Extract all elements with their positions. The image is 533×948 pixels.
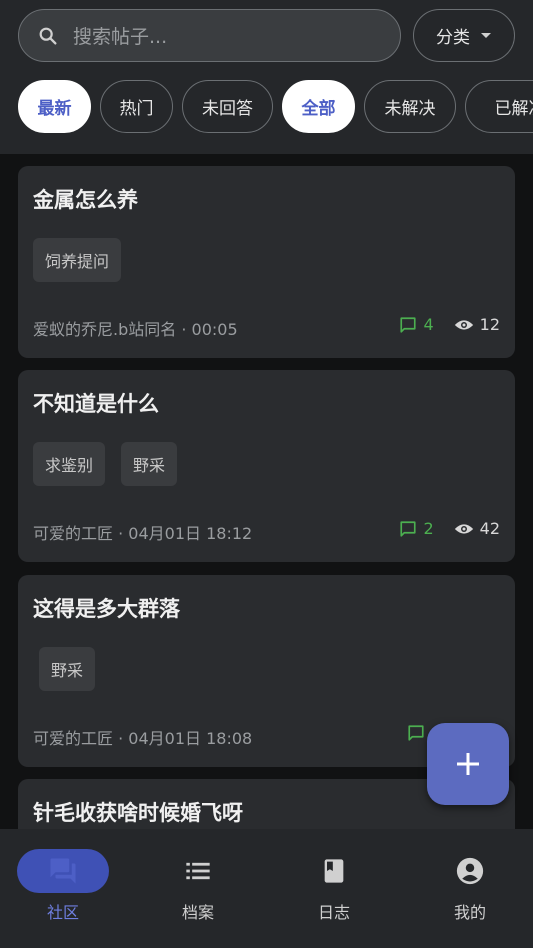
chip-all[interactable]: 全部 bbox=[282, 80, 355, 133]
post-meta: 可爱的工匠 · 04月01日 18:08 bbox=[33, 725, 252, 749]
post-stats bbox=[407, 724, 425, 742]
post-stats: 2 42 bbox=[399, 519, 500, 538]
search-icon bbox=[39, 27, 57, 45]
chip-hot[interactable]: 热门 bbox=[100, 80, 173, 133]
chip-latest[interactable]: 最新 bbox=[18, 80, 91, 133]
post-stats: 4 12 bbox=[399, 315, 500, 334]
post-title: 不知道是什么 bbox=[33, 392, 159, 416]
category-label: 分类 bbox=[436, 28, 470, 48]
post-author: 可爱的工匠 bbox=[33, 524, 114, 543]
chip-label: 热门 bbox=[119, 99, 154, 119]
meta-separator: · bbox=[118, 524, 124, 543]
plus-icon bbox=[457, 753, 479, 775]
chip-label: 已解决 bbox=[494, 99, 533, 119]
post-title: 针毛收获啥时候婚飞呀 bbox=[33, 801, 243, 825]
post-tags: 野采 bbox=[39, 647, 96, 691]
chip-unsolved[interactable]: 未解决 bbox=[364, 80, 456, 133]
nav-label: 日志 bbox=[317, 903, 350, 922]
nav-community[interactable]: 社区 bbox=[0, 849, 130, 929]
caret-down-icon bbox=[481, 32, 491, 38]
chip-unanswered[interactable]: 未回答 bbox=[182, 80, 273, 133]
meta-separator: · bbox=[181, 320, 187, 339]
nav-icon-holder bbox=[288, 849, 380, 893]
book-icon bbox=[324, 859, 344, 883]
account-icon bbox=[456, 857, 484, 885]
post-meta: 可爱的工匠 · 04月01日 18:12 bbox=[33, 520, 252, 544]
nav-icon-holder bbox=[152, 849, 244, 893]
comment-count: 4 bbox=[423, 315, 434, 334]
nav-journal[interactable]: 日志 bbox=[267, 849, 401, 929]
chip-label: 未回答 bbox=[202, 99, 253, 119]
nav-profile[interactable]: 我的 bbox=[403, 849, 533, 929]
post-time: 04月01日 18:12 bbox=[128, 524, 253, 543]
search-input[interactable]: 搜索帖子... bbox=[18, 9, 401, 62]
post-title: 金属怎么养 bbox=[33, 188, 138, 212]
nav-label: 我的 bbox=[453, 903, 486, 922]
post-time: 00:05 bbox=[191, 320, 238, 339]
post-title: 这得是多大群落 bbox=[33, 597, 180, 621]
top-bar: 搜索帖子... 分类 最新 热门 未回答 全部 未解决 已解决 bbox=[0, 0, 533, 154]
eye-icon bbox=[454, 319, 473, 330]
meta-separator: · bbox=[118, 729, 124, 748]
search-placeholder: 搜索帖子... bbox=[73, 26, 168, 48]
post-tag[interactable]: 野采 bbox=[121, 442, 178, 486]
post-tag[interactable]: 饲养提问 bbox=[33, 238, 122, 282]
view-count: 42 bbox=[479, 519, 500, 538]
comment-icon bbox=[408, 725, 424, 741]
comment-icon bbox=[400, 520, 417, 537]
post-time: 04月01日 18:08 bbox=[128, 729, 253, 748]
post-card[interactable]: 金属怎么养 饲养提问 爱蚁的乔尼.b站同名 · 00:05 4 12 bbox=[18, 166, 515, 358]
nav-active-indicator bbox=[17, 849, 109, 893]
list-icon bbox=[186, 862, 210, 880]
post-tags: 饲养提问 bbox=[33, 238, 122, 282]
chip-label: 全部 bbox=[301, 99, 336, 119]
comment-icon bbox=[400, 316, 417, 333]
post-tag[interactable]: 野采 bbox=[39, 647, 96, 691]
chip-label: 最新 bbox=[37, 99, 72, 119]
post-tag[interactable]: 求鉴别 bbox=[33, 442, 106, 486]
post-card[interactable]: 不知道是什么 求鉴别 野采 可爱的工匠 · 04月01日 18:12 2 42 bbox=[18, 370, 515, 562]
chip-solved[interactable]: 已解决 bbox=[465, 80, 533, 133]
post-meta: 爱蚁的乔尼.b站同名 · 00:05 bbox=[33, 316, 238, 340]
category-dropdown[interactable]: 分类 bbox=[413, 9, 515, 62]
add-post-button[interactable] bbox=[427, 723, 509, 805]
eye-icon bbox=[454, 523, 473, 534]
chip-label: 未解决 bbox=[384, 99, 436, 119]
bottom-navigation: 社区 档案 日志 我的 bbox=[0, 829, 533, 948]
view-count: 12 bbox=[479, 315, 500, 334]
nav-icon-holder bbox=[424, 849, 516, 893]
post-tags: 求鉴别 野采 bbox=[33, 442, 178, 486]
post-author: 可爱的工匠 bbox=[33, 729, 114, 748]
post-author: 爱蚁的乔尼.b站同名 bbox=[33, 320, 177, 339]
nav-label: 社区 bbox=[46, 903, 79, 922]
comment-count: 2 bbox=[423, 519, 434, 538]
nav-label: 档案 bbox=[181, 903, 214, 922]
forum-icon bbox=[50, 858, 76, 884]
nav-archive[interactable]: 档案 bbox=[131, 849, 265, 929]
filter-chips: 最新 热门 未回答 全部 未解决 已解决 bbox=[18, 80, 533, 133]
